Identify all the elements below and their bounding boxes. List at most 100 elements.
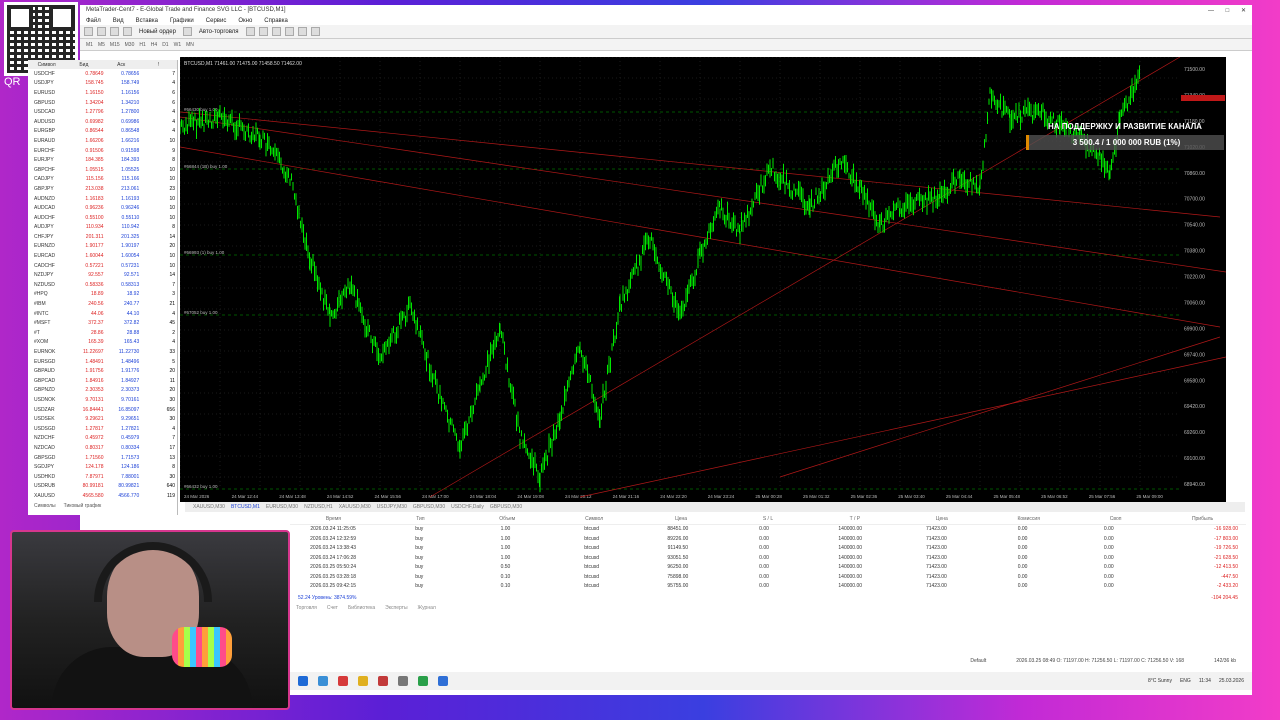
watchlist-row[interactable]: EURJPY 184.385 184.393 8 bbox=[28, 155, 177, 165]
chart-tab[interactable]: USDJPY,M30 bbox=[377, 504, 407, 510]
market-watch-icon[interactable] bbox=[110, 27, 119, 36]
terminal-col-header[interactable]: Цена bbox=[898, 516, 985, 522]
tab-library[interactable]: Библиотека bbox=[348, 605, 375, 611]
menu-help[interactable]: Справка bbox=[264, 18, 288, 24]
explorer-icon[interactable] bbox=[318, 676, 328, 686]
new-order-button[interactable]: Новый ордер bbox=[136, 29, 179, 35]
tf-m5[interactable]: M5 bbox=[98, 42, 105, 48]
tab-experts[interactable]: Эксперты bbox=[385, 605, 407, 611]
watchlist-row[interactable]: USDZAR 16.84441 16.85097 656 bbox=[28, 405, 177, 415]
watchlist-row[interactable]: NZDCHF 0.45972 0.45979 7 bbox=[28, 434, 177, 444]
watchlist-row[interactable]: #T 28.86 28.88 2 bbox=[28, 328, 177, 338]
maximize-button[interactable]: □ bbox=[1226, 8, 1230, 14]
watchlist-row[interactable]: AUDJPY 110.934 110.942 8 bbox=[28, 223, 177, 233]
chart-tab[interactable]: NZDUSD,H1 bbox=[304, 504, 333, 510]
watchlist-row[interactable]: SGDJPY 124.178 124.186 8 bbox=[28, 462, 177, 472]
menu-tools[interactable]: Сервис bbox=[206, 18, 227, 24]
watchlist-row[interactable]: EURNOK 11.22697 11.22730 33 bbox=[28, 347, 177, 357]
close-button[interactable]: ✕ bbox=[1241, 8, 1246, 14]
watchlist-row[interactable]: XAUUSD 4565.580 4566.770 119 bbox=[28, 491, 177, 501]
position-row[interactable]: 2026.03.25 09:42:15 buy 0.10 btcusd 95755.00… bbox=[290, 582, 1246, 592]
watchlist-row[interactable]: NZDUSD 0.58336 0.58313 7 bbox=[28, 280, 177, 290]
watchlist-row[interactable]: NZDCAD 0.80317 0.80334 17 bbox=[28, 443, 177, 453]
chart-tab[interactable]: GBPUSD,M30 bbox=[413, 504, 445, 510]
terminal-col-header[interactable]: Цена bbox=[638, 516, 725, 522]
menu-file[interactable]: Файл bbox=[86, 18, 101, 24]
tf-m30[interactable]: M30 bbox=[125, 42, 135, 48]
terminal-col-header[interactable]: T / P bbox=[811, 516, 898, 522]
chart-tab[interactable]: EURUSD,M30 bbox=[266, 504, 298, 510]
tf-w1[interactable]: W1 bbox=[174, 42, 182, 48]
watchlist-row[interactable]: CHFJPY 201.311 201.325 14 bbox=[28, 232, 177, 242]
watchlist-row[interactable]: USDCAD 1.27796 1.27800 4 bbox=[28, 107, 177, 117]
watchlist-row[interactable]: EURAUD 1.66206 1.66216 10 bbox=[28, 136, 177, 146]
watchlist-row[interactable]: EURGBP 0.86544 0.86548 4 bbox=[28, 127, 177, 137]
watchlist-row[interactable]: USDSEK 9.29621 9.29651 30 bbox=[28, 414, 177, 424]
auto-trading-button[interactable]: Авто-торговля bbox=[196, 29, 242, 35]
terminal-col-header[interactable]: S / L bbox=[725, 516, 812, 522]
watchlist-row[interactable]: GBPAUD 1.91756 1.91776 20 bbox=[28, 366, 177, 376]
watchlist-row[interactable]: EURUSD 1.16150 1.16156 6 bbox=[28, 88, 177, 98]
watchlist-row[interactable]: NZDJPY 92.557 92.571 14 bbox=[28, 270, 177, 280]
zoom-out-icon[interactable] bbox=[297, 27, 307, 36]
navigator-icon[interactable] bbox=[123, 27, 132, 36]
col-bid[interactable]: Бид bbox=[65, 62, 102, 68]
watchlist-row[interactable]: GBPCHF 1.05515 1.05525 10 bbox=[28, 165, 177, 175]
position-row[interactable]: 2026.03.24 17:06:28 buy 1.00 btcusd 93051.50… bbox=[290, 553, 1246, 563]
watchlist-row[interactable]: GBPCAD 1.84916 1.84927 11 bbox=[28, 376, 177, 386]
watchlist-row[interactable]: AUDUSD 0.69982 0.69986 4 bbox=[28, 117, 177, 127]
language-indicator[interactable]: ENG bbox=[1180, 678, 1191, 684]
watchlist-row[interactable]: EURCHF 0.91506 0.91598 9 bbox=[28, 146, 177, 156]
recorder-icon[interactable] bbox=[378, 676, 388, 686]
tf-m1[interactable]: M1 bbox=[86, 42, 93, 48]
watchlist-row[interactable]: USDNOK 9.70131 9.70161 30 bbox=[28, 395, 177, 405]
position-row[interactable]: 2026.03.24 13:38:43 buy 1.00 btcusd 91149.50… bbox=[290, 544, 1246, 554]
terminal-col-header[interactable]: Прибыль bbox=[1159, 516, 1246, 522]
app-icon[interactable] bbox=[398, 676, 408, 686]
browser-icon[interactable] bbox=[338, 676, 348, 686]
watchlist-row[interactable]: USDSGD 1.27817 1.27821 4 bbox=[28, 424, 177, 434]
chart-tab[interactable]: USDCHF,Daily bbox=[451, 504, 484, 510]
menu-insert[interactable]: Вставка bbox=[136, 18, 158, 24]
zoom-in-icon[interactable] bbox=[284, 27, 294, 36]
telegram-icon[interactable] bbox=[438, 676, 448, 686]
clock-time[interactable]: 11:34 bbox=[1199, 678, 1211, 684]
new-chart-icon[interactable] bbox=[84, 27, 93, 36]
tab-journal[interactable]: Журнал bbox=[418, 605, 436, 611]
chart-tab[interactable]: GBPUSD,M30 bbox=[490, 504, 522, 510]
watchlist-row[interactable]: #HPQ 18.89 18.92 3 bbox=[28, 290, 177, 300]
watchlist-row[interactable]: EURSGD 1.48491 1.48496 5 bbox=[28, 357, 177, 367]
terminal-col-header[interactable]: Тип bbox=[377, 516, 464, 522]
col-ask[interactable]: Аск bbox=[103, 62, 140, 68]
watchlist-row[interactable]: USDJPY 158.745 158.749 4 bbox=[28, 79, 177, 89]
tf-h4[interactable]: H4 bbox=[151, 42, 157, 48]
tab-trade[interactable]: Торговля bbox=[296, 605, 317, 611]
terminal-col-header[interactable]: Объем bbox=[464, 516, 551, 522]
tf-mn[interactable]: MN bbox=[186, 42, 194, 48]
terminal-col-header[interactable]: Время bbox=[290, 516, 377, 522]
menu-window[interactable]: Окно bbox=[238, 18, 252, 24]
position-row[interactable]: 2026.03.25 05:50:24 buy 0.50 btcusd 96250.00… bbox=[290, 563, 1246, 573]
tf-d1[interactable]: D1 bbox=[162, 42, 168, 48]
windows-start-icon[interactable] bbox=[298, 676, 308, 686]
watchlist-row[interactable]: AUDCHF 0.55100 0.55110 10 bbox=[28, 213, 177, 223]
watchlist-row[interactable]: AUDNZD 1.16183 1.16193 10 bbox=[28, 194, 177, 204]
candle-chart-icon[interactable] bbox=[258, 27, 268, 36]
terminal-col-header[interactable]: Своп bbox=[1072, 516, 1159, 522]
watchlist-row[interactable]: AUDCAD 0.96236 0.96246 10 bbox=[28, 203, 177, 213]
position-row[interactable]: 2026.03.24 12:32:59 buy 1.00 btcusd 89226.00… bbox=[290, 534, 1246, 544]
watchlist-row[interactable]: #INTC 44.06 44.10 4 bbox=[28, 309, 177, 319]
watchlist-row[interactable]: USDCHF 0.78649 0.78656 7 bbox=[28, 69, 177, 79]
weather-widget[interactable]: 8°C Sunny bbox=[1148, 678, 1172, 684]
watchlist-row[interactable]: EURCAD 1.60044 1.60054 10 bbox=[28, 251, 177, 261]
tile-windows-icon[interactable] bbox=[310, 27, 320, 36]
chart-tab[interactable]: XAUUSD,M30 bbox=[339, 504, 371, 510]
position-row[interactable]: 2026.03.24 11:25:05 buy 1.00 btcusd 88451.00… bbox=[290, 525, 1246, 535]
watchlist-row[interactable]: #MSFT 372.37 372.82 45 bbox=[28, 318, 177, 328]
bar-chart-icon[interactable] bbox=[245, 27, 255, 36]
watchlist-row[interactable]: EURNZD 1.90177 1.90197 20 bbox=[28, 242, 177, 252]
chart-tab[interactable]: XAUUSD,M30 bbox=[193, 504, 225, 510]
tab-tick-chart[interactable]: Тиковый график bbox=[64, 503, 102, 509]
watchlist-row[interactable]: #IBM 240.56 240.77 21 bbox=[28, 299, 177, 309]
watchlist-row[interactable]: GBPUSD 1.34204 1.34210 6 bbox=[28, 98, 177, 108]
